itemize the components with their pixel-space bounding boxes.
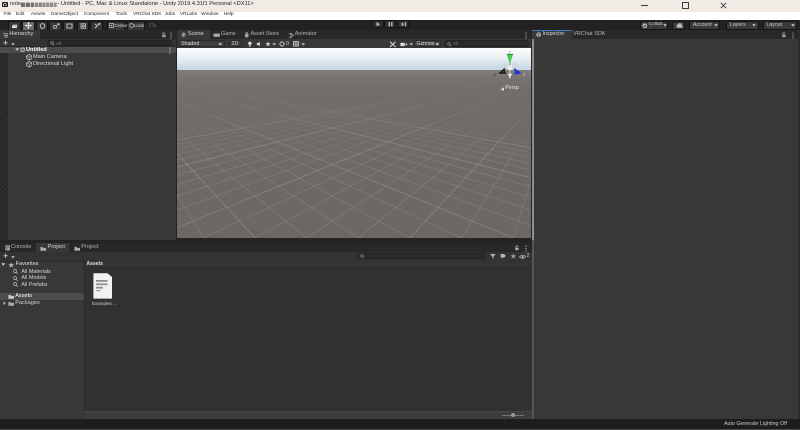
- svg-text:y: y: [509, 49, 512, 54]
- svg-text:z: z: [523, 72, 525, 77]
- svg-text:x: x: [494, 72, 497, 77]
